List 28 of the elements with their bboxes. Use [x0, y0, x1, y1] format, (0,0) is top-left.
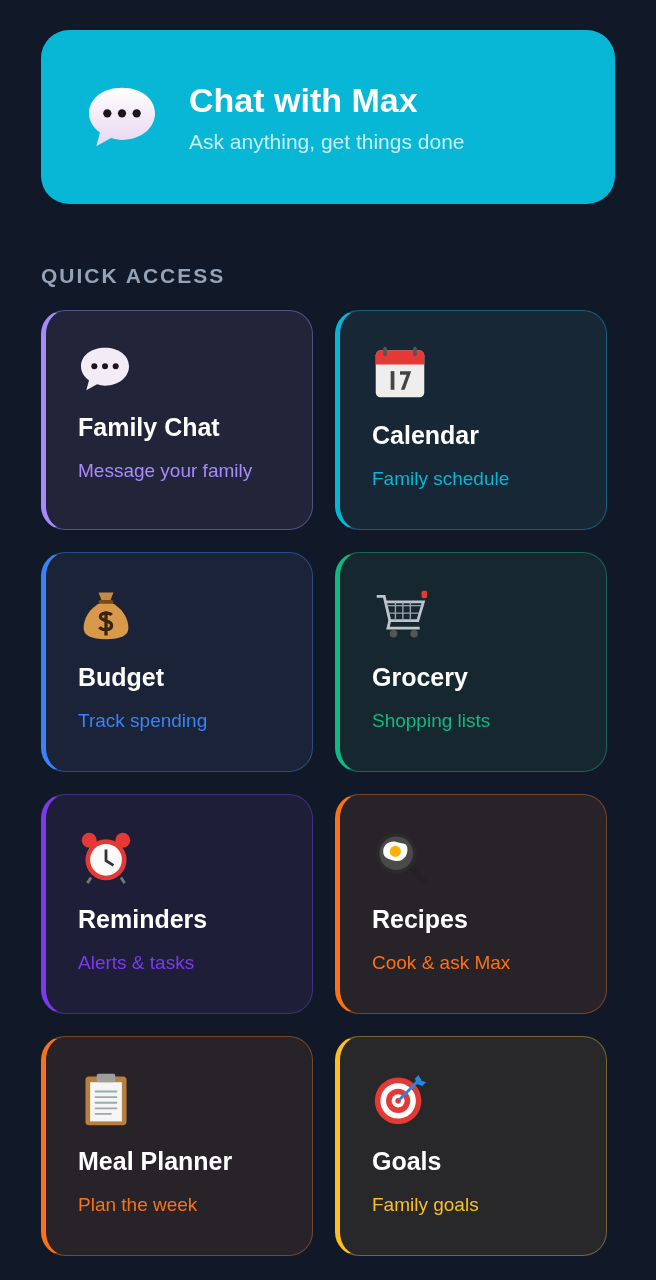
card-subtitle: Shopping lists [372, 710, 491, 732]
card-title: Calendar [372, 421, 479, 450]
quick-access-card[interactable]: Budget Track spending [41, 552, 313, 772]
quick-access-card[interactable]: Calendar Family schedule [335, 310, 607, 530]
card-title: Meal Planner [78, 1147, 233, 1176]
speech-bubble-icon [78, 345, 132, 393]
card-title: Budget [78, 663, 165, 692]
banner-subtitle: Ask anything, get things done [189, 129, 465, 154]
card-title: Grocery [372, 663, 468, 692]
card-subtitle: Family schedule [372, 468, 510, 490]
quick-access-card[interactable]: Family Chat Message your family [41, 310, 313, 530]
quick-access-card[interactable]: Meal Planner Plan the week [41, 1036, 313, 1256]
card-title: Reminders [78, 905, 208, 934]
quick-access-card[interactable]: Reminders Alerts & tasks [41, 794, 313, 1014]
quick-access-card[interactable]: Recipes Cook & ask Max [335, 794, 607, 1014]
quick-access-card[interactable]: Goals Family goals [335, 1036, 607, 1256]
card-subtitle: Plan the week [78, 1194, 198, 1216]
card-title: Goals [372, 1147, 442, 1176]
quick-access-card[interactable]: Grocery Shopping lists [335, 552, 607, 772]
card-subtitle: Cook & ask Max [372, 952, 511, 974]
banner-title: Chat with Max [189, 80, 419, 120]
card-subtitle: Track spending [78, 710, 208, 732]
section-heading: QUICK ACCESS [41, 264, 227, 288]
card-subtitle: Family goals [372, 1194, 479, 1216]
card-title: Recipes [372, 905, 468, 934]
card-subtitle: Message your family [78, 460, 253, 482]
card-subtitle: Alerts & tasks [78, 952, 195, 974]
card-title: Family Chat [78, 413, 220, 442]
